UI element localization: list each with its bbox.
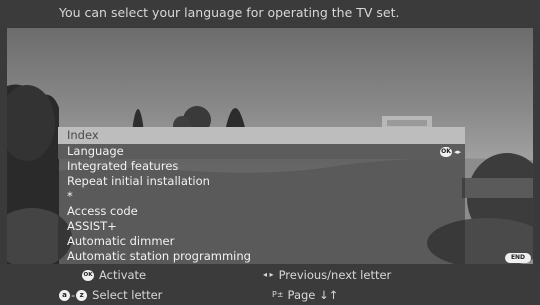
help-activate: OK Activate — [82, 268, 146, 282]
z-button-icon: z — [76, 289, 88, 301]
menu-item-language[interactable]: Language OK ◂▸ — [58, 144, 465, 159]
menu-item-label: Language — [67, 144, 124, 158]
help-page: P± Page ↓↑ — [272, 288, 338, 302]
help-bar: OK Activate ◂ ▸ Previous/next letter a -… — [0, 265, 540, 305]
menu-item-access-code[interactable]: Access code — [58, 204, 465, 219]
range-dash: - — [71, 288, 76, 302]
info-text: You can select your language for operati… — [59, 5, 400, 20]
left-right-arrows-icon: ◂▸ — [453, 147, 461, 156]
menu-item-label: * — [67, 189, 73, 203]
menu-item-label: Repeat initial installation — [67, 174, 210, 188]
help-prev-next-label: Previous/next letter — [278, 268, 392, 282]
menu-item-repeat-initial-installation[interactable]: Repeat initial installation — [58, 174, 465, 189]
menu-item-assist[interactable]: ASSIST+ — [58, 219, 465, 234]
ok-button-icon: OK — [82, 269, 94, 281]
menu-item-star[interactable]: * — [58, 189, 465, 204]
info-bar: You can select your language for operati… — [0, 0, 540, 26]
end-button[interactable]: END — [505, 253, 531, 263]
ok-button-icon: OK — [439, 146, 452, 157]
page-button-icon: P± — [272, 290, 284, 299]
menu-item-integrated-features[interactable]: Integrated features — [58, 159, 465, 174]
a-button-icon: a — [59, 289, 70, 301]
help-select-letter-label: Select letter — [92, 288, 163, 302]
help-activate-label: Activate — [99, 268, 147, 282]
selected-item-hint: OK ◂▸ — [439, 146, 461, 157]
help-prev-next: ◂ ▸ Previous/next letter — [263, 268, 391, 282]
help-page-label: Page ↓↑ — [287, 288, 339, 302]
index-menu-title: Index — [58, 127, 465, 144]
menu-item-automatic-station-programming[interactable]: Automatic station programming — [58, 249, 465, 264]
index-menu: Index Language OK ◂▸ Integrated features… — [58, 127, 465, 264]
left-right-arrows-icon: ◂ ▸ — [263, 270, 274, 279]
menu-item-label: Automatic station programming — [67, 249, 251, 263]
help-select-letter: a - z Select letter — [59, 288, 162, 302]
menu-item-label: ASSIST+ — [67, 219, 117, 233]
menu-item-label: Automatic dimmer — [67, 234, 175, 248]
menu-item-label: Access code — [67, 204, 138, 218]
menu-item-label: Integrated features — [67, 159, 179, 173]
menu-item-automatic-dimmer[interactable]: Automatic dimmer — [58, 234, 465, 249]
